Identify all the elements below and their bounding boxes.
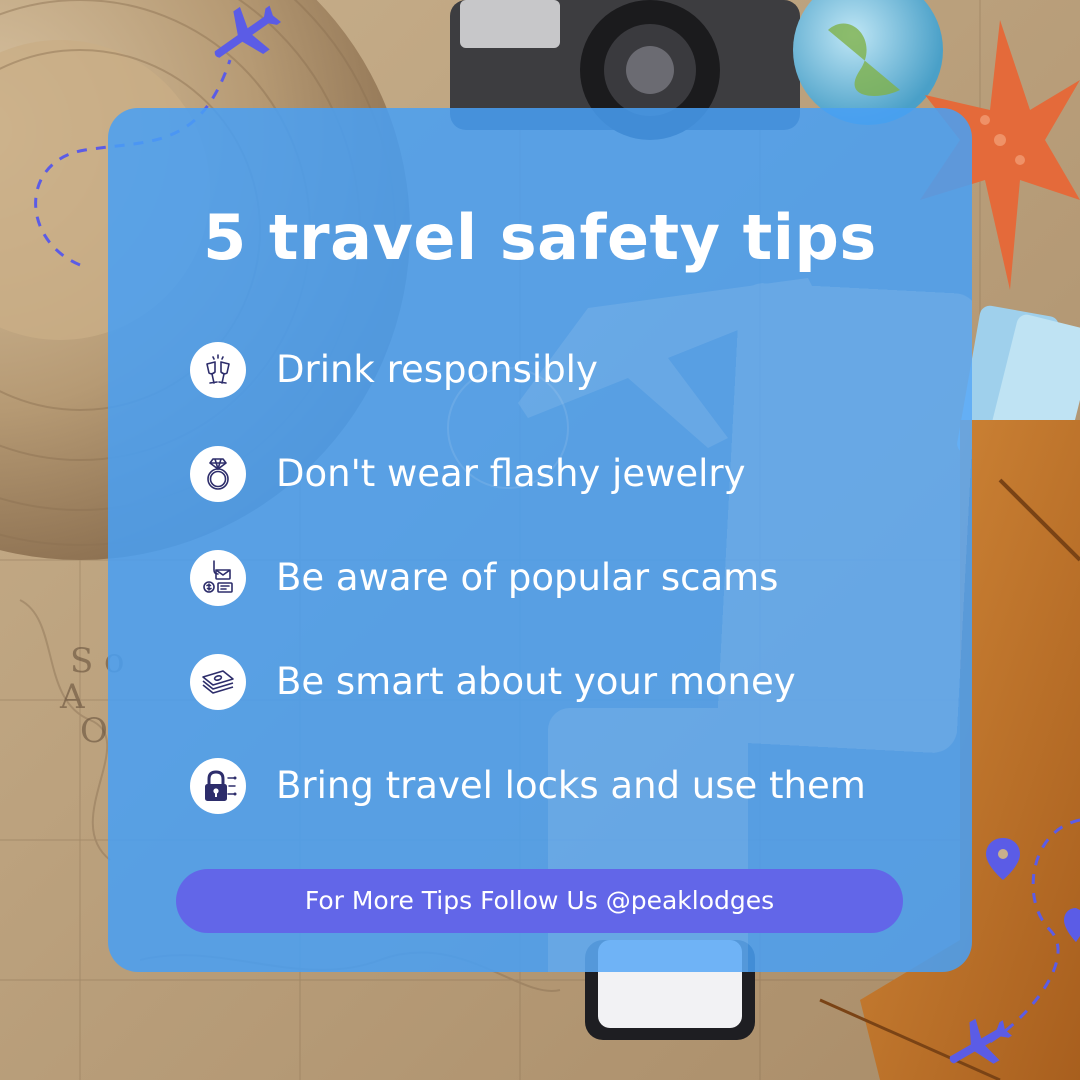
svg-text:O: O (80, 711, 108, 751)
tip-item-money: Be smart about your money (190, 652, 950, 756)
money-stack-icon (190, 654, 246, 710)
post-title: 5 travel safety tips (203, 201, 877, 274)
tips-card: 5 travel safety tips Drink responsibly D… (108, 108, 972, 972)
svg-text:S: S (70, 641, 93, 681)
tip-item-jewelry: Don't wear flashy jewelry (190, 444, 950, 548)
tip-label: Drink responsibly (276, 348, 598, 391)
tip-label: Bring travel locks and use them (276, 764, 866, 807)
travel-tips-post: S o A O (0, 0, 1080, 1080)
padlock-icon (190, 758, 246, 814)
tip-item-drink: Drink responsibly (190, 340, 950, 444)
tip-label: Be smart about your money (276, 660, 796, 703)
cheers-glasses-icon (190, 342, 246, 398)
tip-item-scams: Be aware of popular scams (190, 548, 950, 652)
phishing-scam-icon (190, 550, 246, 606)
diamond-ring-icon (190, 446, 246, 502)
tip-item-locks: Bring travel locks and use them (190, 756, 950, 860)
tips-list: Drink responsibly Don't wear flashy jewe… (190, 340, 950, 860)
follow-us-button[interactable]: For More Tips Follow Us @peaklodges (176, 869, 903, 933)
tip-label: Be aware of popular scams (276, 556, 779, 599)
tip-label: Don't wear flashy jewelry (276, 452, 746, 495)
